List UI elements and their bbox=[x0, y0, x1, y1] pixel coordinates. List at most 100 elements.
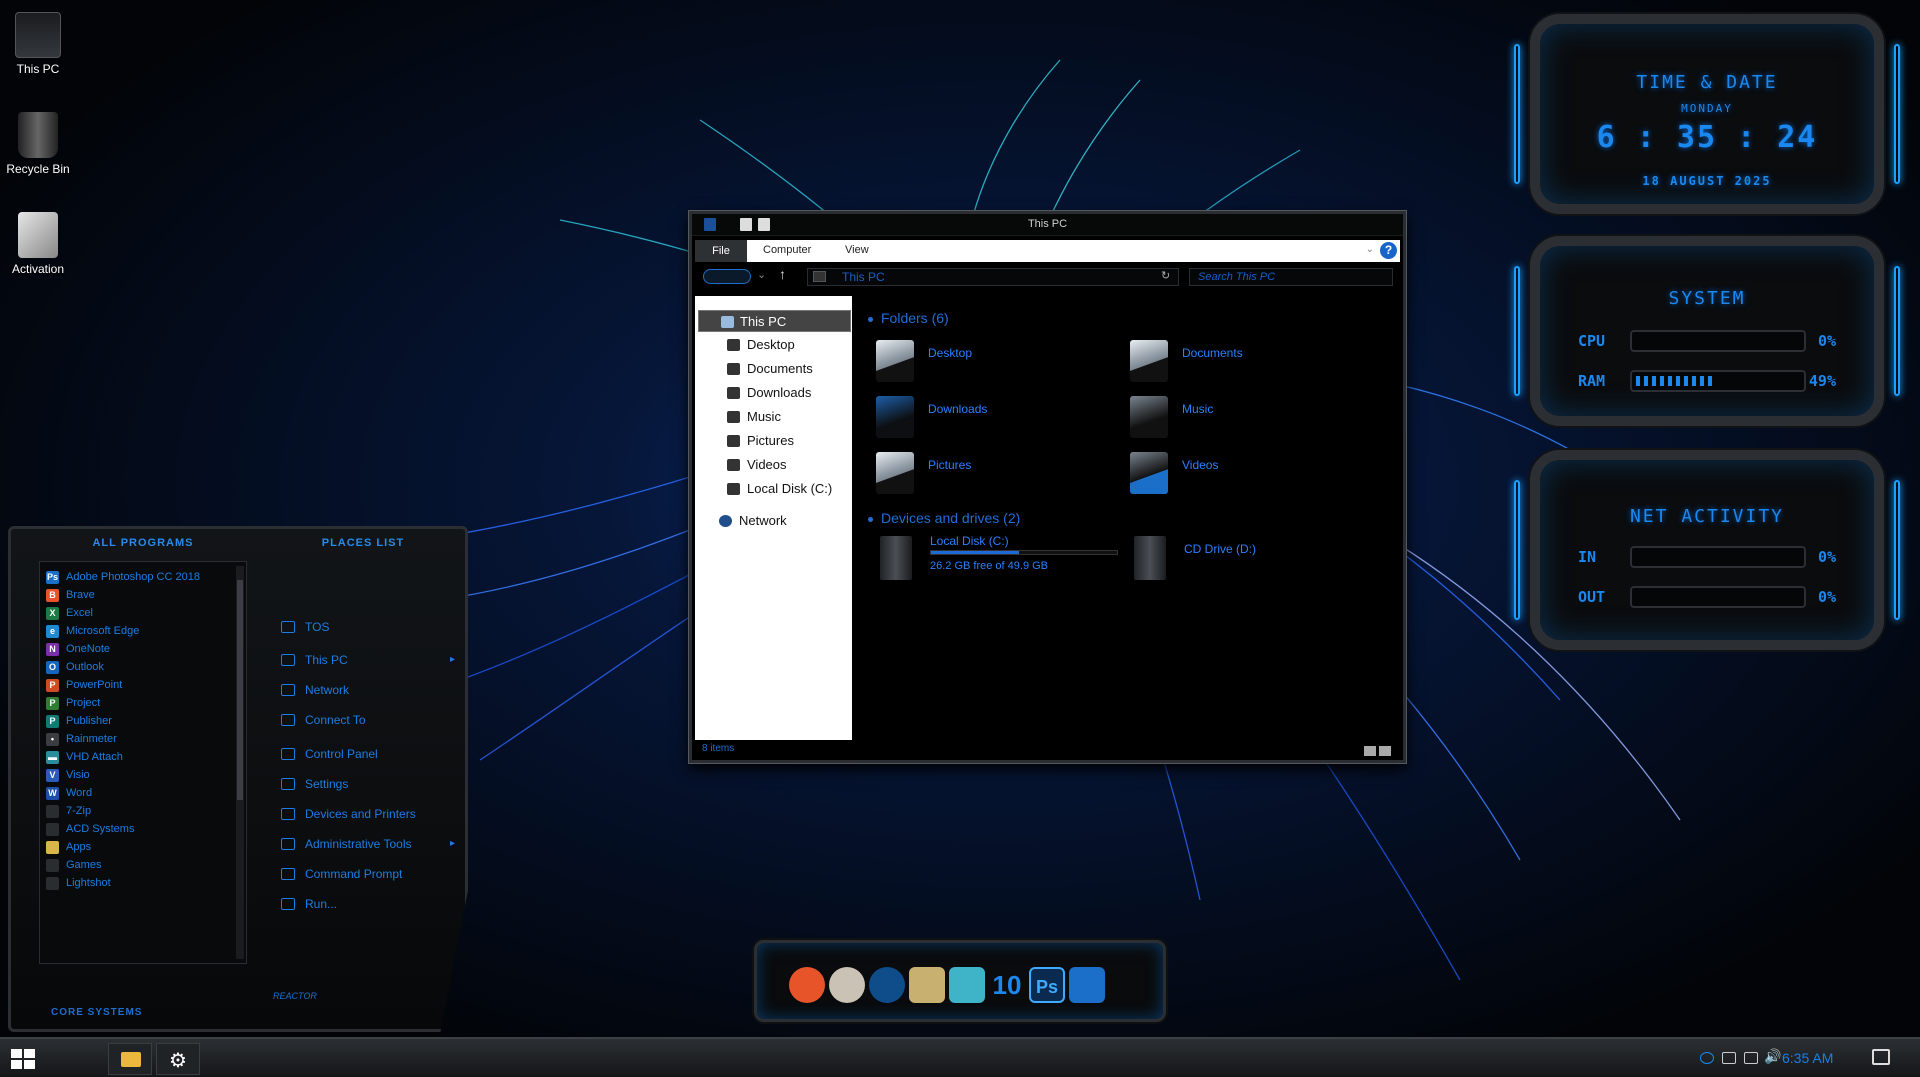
place-item-run[interactable]: Run... bbox=[269, 892, 468, 916]
desktop-icon-this-pc[interactable]: This PC bbox=[0, 12, 76, 76]
drive-tool-dock-icon[interactable] bbox=[909, 967, 945, 1003]
taskbar-clock[interactable]: 6:35 AM bbox=[1782, 1050, 1833, 1066]
folder-documents[interactable]: Documents bbox=[1130, 340, 1360, 386]
nav-item-documents[interactable]: Documents bbox=[695, 358, 852, 380]
place-item-settings[interactable]: Settings bbox=[269, 772, 468, 796]
folder-label: Music bbox=[1182, 402, 1214, 416]
program-label: Project bbox=[66, 697, 101, 709]
activation-icon bbox=[18, 212, 58, 258]
tab-file[interactable]: File bbox=[695, 240, 747, 262]
place-item-devices-and-printers[interactable]: Devices and Printers bbox=[269, 802, 468, 826]
settings-taskbar-button[interactable]: ⚙ bbox=[156, 1043, 200, 1075]
refresh-icon[interactable]: ↻ bbox=[1161, 269, 1170, 282]
nav-item-this-pc[interactable]: This PC bbox=[698, 310, 851, 332]
desktop-icon-recycle-bin[interactable]: Recycle Bin bbox=[0, 112, 76, 176]
show-hidden-icons-icon[interactable] bbox=[1722, 1052, 1736, 1064]
program-label: Microsoft Edge bbox=[66, 625, 140, 637]
place-item-command-prompt[interactable]: Command Prompt bbox=[269, 862, 468, 886]
drive-local-disk-c[interactable]: Local Disk (C:) 26.2 GB free of 49.9 GB bbox=[880, 534, 1120, 580]
vhd-dock-icon[interactable] bbox=[949, 967, 985, 1003]
windows10-dock-icon[interactable]: 10 bbox=[989, 967, 1025, 1003]
scrollbar-thumb[interactable] bbox=[237, 580, 243, 800]
nav-item-local-disk[interactable]: Local Disk (C:) bbox=[695, 478, 852, 500]
place-label: TOS bbox=[305, 620, 330, 634]
meter-value: 0% bbox=[1817, 588, 1836, 606]
details-view-icon[interactable] bbox=[1364, 746, 1376, 756]
group-header-label: Folders (6) bbox=[881, 310, 949, 326]
reactor-badge: REACTOR bbox=[273, 991, 317, 1001]
folder-pictures[interactable]: Pictures bbox=[876, 452, 1106, 498]
desktop-icon bbox=[727, 339, 740, 351]
back-forward-icon[interactable] bbox=[703, 269, 751, 284]
up-arrow-icon[interactable]: ↑ bbox=[779, 266, 786, 282]
folder-downloads[interactable]: Downloads bbox=[876, 396, 1106, 442]
place-item-network[interactable]: Network bbox=[269, 678, 468, 702]
disc-burner-dock-icon[interactable] bbox=[829, 967, 865, 1003]
file-explorer-taskbar-button[interactable] bbox=[108, 1043, 152, 1075]
this-pc-icon bbox=[721, 316, 734, 328]
places-list-header: PLACES LIST bbox=[321, 537, 405, 549]
place-item-control-panel[interactable]: Control Panel bbox=[269, 742, 468, 766]
address-bar[interactable]: This PC bbox=[807, 268, 1179, 286]
notifications-icon[interactable] bbox=[1872, 1049, 1890, 1065]
drives-group-header[interactable]: Devices and drives (2) bbox=[868, 510, 1020, 526]
ribbon-expand-icon[interactable]: ⌄ bbox=[1366, 244, 1374, 255]
documents-icon bbox=[727, 363, 740, 375]
ribbon-tabs: File Computer View ⌄ ? bbox=[695, 240, 1400, 262]
brave-dock-icon[interactable] bbox=[789, 967, 825, 1003]
place-item-tos[interactable]: TOS bbox=[269, 615, 468, 639]
edge-icon: e bbox=[46, 625, 59, 638]
pictures-folder-icon bbox=[876, 452, 914, 494]
nav-item-label: Videos bbox=[747, 457, 787, 472]
status-item-count: 8 items bbox=[702, 743, 735, 754]
nav-item-label: Desktop bbox=[747, 337, 795, 352]
title-bar[interactable]: This PC bbox=[692, 214, 1403, 236]
desktop-icon-label: This PC bbox=[16, 62, 60, 76]
apps-folder-icon bbox=[46, 841, 59, 854]
program-item[interactable]: Lightshot bbox=[44, 872, 234, 894]
widget-title: NET ACTIVITY bbox=[1629, 506, 1785, 527]
tab-computer[interactable]: Computer bbox=[763, 244, 811, 256]
tray-app-icon[interactable] bbox=[1700, 1052, 1714, 1064]
folder-videos[interactable]: Videos bbox=[1130, 452, 1360, 498]
nav-item-desktop[interactable]: Desktop bbox=[695, 334, 852, 356]
folder-icon bbox=[121, 1052, 141, 1067]
place-item-administrative-tools[interactable]: Administrative Tools ▸ bbox=[269, 832, 468, 856]
camera-dock-icon[interactable] bbox=[1069, 967, 1105, 1003]
nav-item-network[interactable]: Network bbox=[695, 510, 852, 532]
publisher-icon: P bbox=[46, 715, 59, 728]
nav-item-music[interactable]: Music bbox=[695, 406, 852, 428]
dots-app-dock-icon[interactable] bbox=[869, 967, 905, 1003]
search-input[interactable]: Search This PC bbox=[1189, 268, 1393, 286]
folders-group-header[interactable]: Folders (6) bbox=[868, 310, 949, 326]
widget-glow-left bbox=[1514, 44, 1520, 184]
volume-icon[interactable]: 🔊 bbox=[1764, 1048, 1781, 1065]
folder-label: Documents bbox=[1182, 346, 1243, 360]
nav-item-pictures[interactable]: Pictures bbox=[695, 430, 852, 452]
photoshop-dock-icon[interactable]: Ps bbox=[1029, 967, 1065, 1003]
place-item-this-pc[interactable]: This PC ▸ bbox=[269, 648, 468, 672]
widget-glow-right bbox=[1894, 266, 1900, 396]
program-label: Outlook bbox=[66, 661, 104, 673]
this-pc-icon bbox=[281, 654, 295, 666]
nav-item-videos[interactable]: Videos bbox=[695, 454, 852, 476]
folder-desktop[interactable]: Desktop bbox=[876, 340, 1106, 386]
drive-cd-d[interactable]: CD Drive (D:) bbox=[1134, 534, 1334, 580]
large-icons-view-icon[interactable] bbox=[1379, 746, 1391, 756]
help-button[interactable]: ? bbox=[1380, 242, 1397, 259]
tab-view[interactable]: View bbox=[845, 244, 869, 256]
recent-locations-icon[interactable]: ⌄ bbox=[757, 268, 766, 281]
downloads-folder-icon bbox=[876, 396, 914, 438]
place-label: This PC bbox=[305, 653, 348, 667]
windows-start-icon[interactable] bbox=[8, 1045, 38, 1073]
place-label: Settings bbox=[305, 777, 349, 791]
meter-label: CPU bbox=[1578, 332, 1606, 350]
nav-item-downloads[interactable]: Downloads bbox=[695, 382, 852, 404]
network-tray-icon[interactable] bbox=[1744, 1052, 1758, 1064]
desktop-icon-activation[interactable]: Activation bbox=[0, 212, 76, 276]
folder-music[interactable]: Music bbox=[1130, 396, 1360, 442]
folder-label: Downloads bbox=[928, 402, 988, 416]
place-item-connect-to[interactable]: Connect To bbox=[269, 708, 468, 732]
control-panel-icon bbox=[281, 748, 295, 760]
program-list-scrollbar[interactable] bbox=[236, 566, 244, 959]
